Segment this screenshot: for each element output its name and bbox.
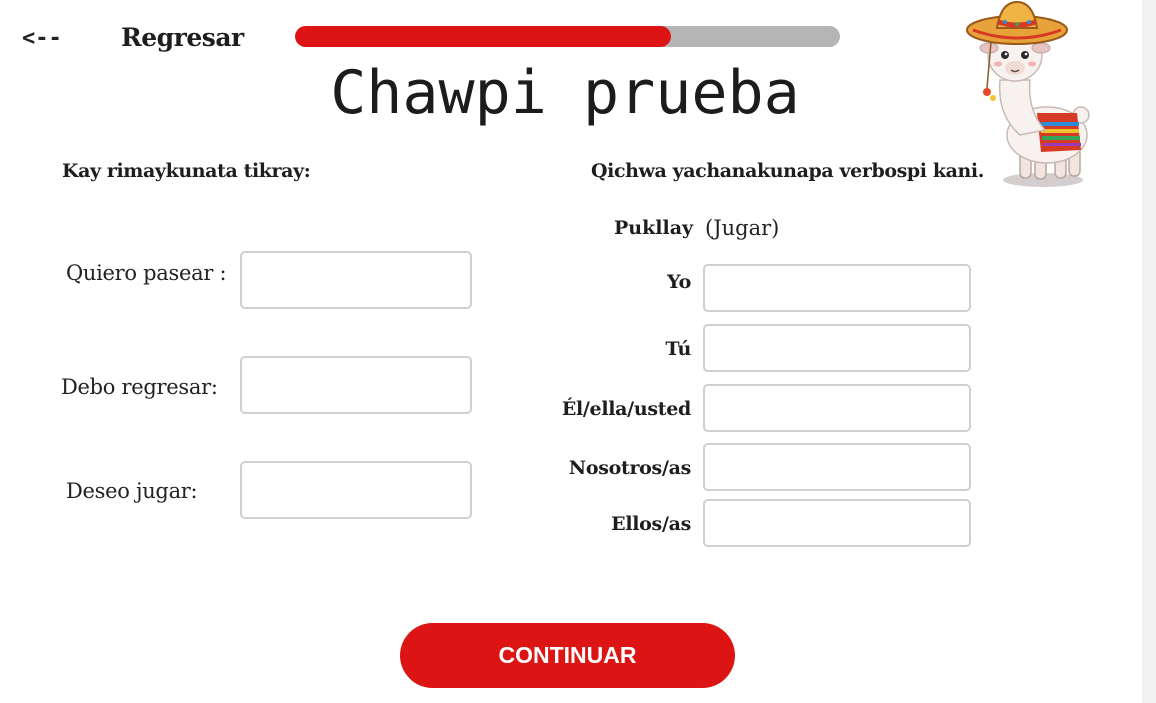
page-title: Chawpi prueba: [330, 58, 800, 128]
pronoun-label: Él/ella/usted: [561, 398, 691, 420]
translation-input-3[interactable]: [240, 461, 472, 519]
pronoun-label: Nosotros/as: [568, 457, 692, 479]
conjugation-input-nosotros[interactable]: [703, 443, 971, 491]
conjugation-input-ellos[interactable]: [703, 499, 971, 547]
conjugate-instruction: Qichwa yachanakunapa verbospi kani.: [591, 160, 984, 182]
translation-input-1[interactable]: [240, 251, 472, 309]
pronoun-label: Ellos/as: [611, 513, 691, 535]
phrase-label: Quiero pasear :: [66, 261, 227, 285]
back-button[interactable]: Regresar: [121, 23, 244, 52]
phrase-label: Deseo jugar:: [66, 479, 198, 503]
scrollbar-track: [1142, 0, 1156, 703]
verb-gloss: (Jugar): [705, 216, 780, 240]
progress-fill: [295, 26, 672, 47]
progress-bar: [295, 26, 840, 47]
conjugation-input-tu[interactable]: [703, 324, 971, 372]
phrase-label: Debo regresar:: [61, 375, 218, 399]
back-arrow-icon[interactable]: <--: [22, 26, 62, 51]
conjugation-input-yo[interactable]: [703, 264, 971, 312]
llama-sombrero-icon: [966, 0, 1090, 187]
continue-button[interactable]: CONTINUAR: [400, 623, 735, 688]
pronoun-label: Tú: [665, 338, 691, 360]
pronoun-label: Yo: [667, 271, 691, 293]
conjugation-input-el[interactable]: [703, 384, 971, 432]
verb-root: Pukllay: [614, 217, 694, 239]
translation-input-2[interactable]: [240, 356, 472, 414]
translate-instruction: Kay rimaykunata tikray:: [62, 160, 311, 182]
